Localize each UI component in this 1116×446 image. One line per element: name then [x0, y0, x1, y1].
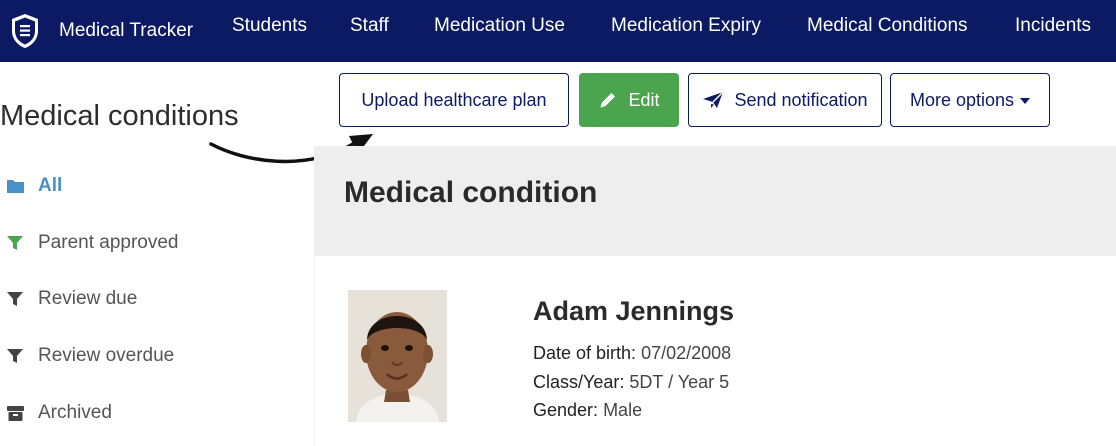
- sidebar-item-label: Parent approved: [38, 232, 179, 253]
- sidebar-item-label: Archived: [38, 402, 112, 423]
- sidebar-item-archived[interactable]: Archived: [5, 402, 112, 424]
- brand[interactable]: Medical Tracker: [0, 0, 193, 62]
- dob-label: Date of birth:: [533, 343, 637, 363]
- top-navbar: Medical Tracker Students Staff Medicatio…: [0, 0, 1116, 62]
- panel-title: Medical condition: [344, 176, 598, 209]
- dob-value: 07/02/2008: [641, 343, 732, 363]
- class-label: Class/Year:: [533, 372, 625, 392]
- filter-icon: [5, 234, 25, 252]
- nav-staff[interactable]: Staff: [350, 15, 389, 37]
- sidebar-item-label: Review due: [38, 288, 138, 309]
- send-notification-button[interactable]: Send notification: [688, 73, 882, 127]
- nav-medical-conditions[interactable]: Medical Conditions: [807, 15, 968, 37]
- sidebar-item-label: Review overdue: [38, 345, 175, 366]
- student-gender: Gender: Male: [533, 400, 642, 421]
- sidebar-item-review-overdue[interactable]: Review overdue: [5, 345, 174, 367]
- folder-icon: [5, 178, 25, 194]
- filter-icon: [5, 347, 25, 365]
- student-name: Adam Jennings: [533, 296, 735, 326]
- brand-name: Medical Tracker: [59, 20, 194, 41]
- edit-label: Edit: [628, 89, 660, 110]
- edit-button[interactable]: Edit: [579, 73, 679, 127]
- gender-value: Male: [603, 400, 643, 420]
- sidebar-item-parent-approved[interactable]: Parent approved: [5, 232, 179, 254]
- nav-medication-use[interactable]: Medication Use: [434, 15, 565, 37]
- sidebar-item-review-due[interactable]: Review due: [5, 288, 137, 310]
- paper-plane-icon: [702, 91, 724, 109]
- filter-icon: [5, 290, 25, 308]
- student-dob: Date of birth: 07/02/2008: [533, 343, 731, 364]
- gender-label: Gender:: [533, 400, 599, 420]
- upload-healthcare-plan-label: Upload healthcare plan: [361, 89, 547, 110]
- page-title: Medical conditions: [0, 100, 239, 132]
- more-options-dropdown[interactable]: More options: [890, 73, 1050, 127]
- nav-incidents[interactable]: Incidents: [1015, 15, 1091, 37]
- sidebar-item-label: All: [38, 175, 63, 196]
- nav-students[interactable]: Students: [232, 15, 307, 37]
- caret-down-icon: [1020, 98, 1031, 104]
- nav-medication-expiry[interactable]: Medication Expiry: [611, 15, 761, 37]
- pencil-icon: [598, 90, 618, 110]
- upload-healthcare-plan-button[interactable]: Upload healthcare plan: [339, 73, 569, 127]
- sidebar-item-all[interactable]: All: [5, 175, 62, 197]
- archive-icon: [5, 405, 25, 422]
- send-notification-label: Send notification: [734, 89, 868, 110]
- student-class: Class/Year: 5DT / Year 5: [533, 372, 729, 393]
- shield-logo-icon: [12, 14, 38, 48]
- student-photo: [348, 290, 447, 422]
- class-value: 5DT / Year 5: [629, 372, 730, 392]
- more-options-label: More options: [909, 89, 1015, 110]
